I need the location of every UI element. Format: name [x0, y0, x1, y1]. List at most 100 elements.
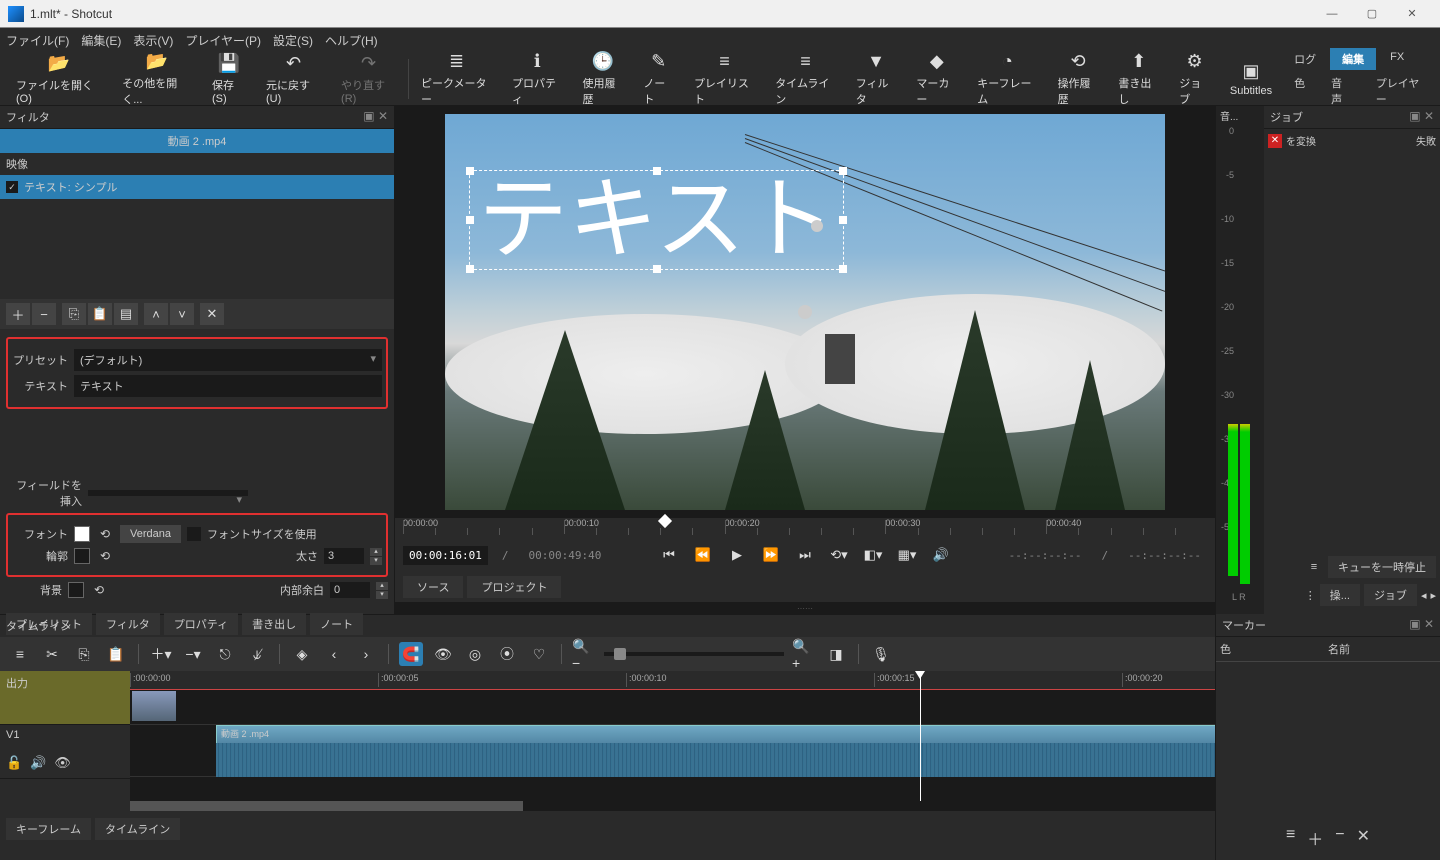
- toolbar-プレイリスト[interactable]: ≡プレイリスト: [684, 51, 765, 107]
- maximize-button[interactable]: ▢: [1352, 0, 1392, 28]
- menu-settings[interactable]: 設定(S): [273, 32, 313, 49]
- toolbar-タイムライン[interactable]: ≡タイムライン: [765, 51, 846, 107]
- menu-help[interactable]: ヘルプ(H): [325, 32, 378, 49]
- paste-filter-button[interactable]: 📋: [88, 303, 112, 325]
- tl-next-marker-button[interactable]: ›: [354, 642, 378, 666]
- toolbar-書き出し[interactable]: ⬆書き出し: [1108, 51, 1169, 107]
- text-overlay-box[interactable]: テキスト: [469, 170, 844, 270]
- queue-menu-icon[interactable]: ≡: [1304, 561, 1324, 573]
- toolbar-ジョブ[interactable]: ⚙ジョブ: [1169, 51, 1220, 107]
- mode-player[interactable]: プレイヤー: [1364, 72, 1434, 110]
- font-color-swatch[interactable]: [74, 526, 90, 542]
- marker-menu-button[interactable]: ≡: [1286, 826, 1295, 850]
- mode-audio[interactable]: 音声: [1319, 72, 1362, 110]
- toolbar-ピークメーター[interactable]: ≣ピークメーター: [411, 51, 502, 107]
- tl-zoom-in-button[interactable]: 🔍+: [792, 642, 816, 666]
- tl-snap-button[interactable]: 🧲: [399, 642, 423, 666]
- toolbar-キーフレーム[interactable]: ◔キーフレーム: [967, 51, 1047, 107]
- volume-button[interactable]: 🔊: [928, 542, 954, 568]
- rewind-button[interactable]: ⏪: [690, 542, 716, 568]
- play-button[interactable]: ▶: [724, 542, 750, 568]
- padding-input[interactable]: 0: [330, 582, 370, 598]
- more-button[interactable]: 操...: [1320, 584, 1360, 606]
- mode-fx[interactable]: FX: [1378, 48, 1416, 70]
- mute-icon[interactable]: 🔊: [30, 755, 46, 771]
- menu-file[interactable]: ファイル(F): [6, 32, 69, 49]
- minimize-button[interactable]: —: [1312, 0, 1352, 28]
- outline-color-reset[interactable]: ⟲: [96, 547, 114, 565]
- timecode-current[interactable]: 00:00:16:01: [403, 546, 488, 565]
- menu-edit[interactable]: 編集(E): [81, 32, 121, 49]
- marker-add-button[interactable]: ＋: [1307, 826, 1323, 850]
- use-font-size-checkbox[interactable]: [187, 527, 201, 541]
- forward-button[interactable]: ⏩: [758, 542, 784, 568]
- toolbar-ファイルを開く(O)[interactable]: 📂ファイルを開く(O): [6, 53, 112, 105]
- font-button[interactable]: Verdana: [120, 525, 181, 543]
- tl-lift-button[interactable]: ⎋: [213, 642, 237, 666]
- toolbar-その他を開く...[interactable]: 📂その他を開く...: [112, 51, 202, 107]
- menu-view[interactable]: 表示(V): [133, 32, 173, 49]
- menu-player[interactable]: プレイヤー(P): [185, 32, 261, 49]
- skip-prev-button[interactable]: ⏮: [656, 542, 682, 568]
- mode-color[interactable]: 色: [1282, 72, 1317, 110]
- outline-color-swatch[interactable]: [74, 548, 90, 564]
- skip-next-button[interactable]: ⏭: [792, 542, 818, 568]
- tl-menu-button[interactable]: ≡: [8, 642, 32, 666]
- tab-properties[interactable]: プロパティ: [164, 613, 238, 635]
- insert-field-dropdown[interactable]: [88, 490, 248, 496]
- add-filter-button[interactable]: ＋: [6, 303, 30, 325]
- output-clip-thumb[interactable]: [132, 691, 176, 721]
- hide-icon[interactable]: 👁: [54, 755, 71, 771]
- text-input[interactable]: テキスト: [74, 375, 382, 397]
- player-scrubber[interactable]: 00:00:0000:00:1000:00:2000:00:3000:00:40: [395, 518, 1215, 538]
- tl-remove-button[interactable]: −▾: [181, 642, 205, 666]
- output-track-header[interactable]: 出力: [0, 671, 130, 725]
- tl-marker-button[interactable]: ◈: [290, 642, 314, 666]
- tl-prev-marker-button[interactable]: ‹: [322, 642, 346, 666]
- bg-color-swatch[interactable]: [68, 582, 84, 598]
- mode-log[interactable]: ログ: [1282, 48, 1328, 70]
- tl-ripple-button[interactable]: ◎: [463, 642, 487, 666]
- marker-col-color[interactable]: 色: [1220, 641, 1328, 657]
- marker-clear-button[interactable]: ✕: [1357, 826, 1370, 850]
- tl-paste-button[interactable]: 📋: [104, 642, 128, 666]
- tl-zoom-out-button[interactable]: 🔍−: [572, 642, 596, 666]
- toolbar-Subtitles[interactable]: ▣Subtitles: [1220, 61, 1282, 97]
- tab-export[interactable]: 書き出し: [242, 613, 306, 635]
- toolbar-保存(S)[interactable]: 💾保存(S): [202, 53, 256, 105]
- toolbar-元に戻す(U)[interactable]: ↶元に戻す(U): [256, 53, 331, 105]
- deselect-button[interactable]: ✕: [200, 303, 224, 325]
- tl-zoom-slider[interactable]: [604, 652, 784, 656]
- marker-col-name[interactable]: 名前: [1328, 641, 1436, 657]
- tl-scrub-button[interactable]: 👁: [431, 642, 455, 666]
- tl-split-button[interactable]: ⫝̸: [245, 642, 269, 666]
- thickness-spinner[interactable]: ▴▾: [370, 548, 382, 565]
- move-up-button[interactable]: ˄: [144, 303, 168, 325]
- toolbar-操作履歴[interactable]: ⟲操作履歴: [1048, 51, 1109, 107]
- remove-filter-button[interactable]: −: [32, 303, 56, 325]
- padding-spinner[interactable]: ▴▾: [376, 582, 388, 599]
- grid-button[interactable]: ▦▾: [894, 542, 920, 568]
- toolbar-プロパティ[interactable]: ℹプロパティ: [502, 51, 572, 107]
- preview-canvas[interactable]: テキスト: [445, 114, 1165, 510]
- jobs-tab[interactable]: ジョブ: [1364, 584, 1417, 606]
- toolbar-やり直す(R)[interactable]: ↷やり直す(R): [331, 53, 406, 105]
- save-set-button[interactable]: ▤: [114, 303, 138, 325]
- tab-source[interactable]: ソース: [403, 576, 463, 598]
- tl-cut-button[interactable]: ✂: [40, 642, 64, 666]
- jobs-close-icon[interactable]: ▣ ✕: [1409, 109, 1434, 125]
- markers-close-icon[interactable]: ▣ ✕: [1409, 617, 1434, 633]
- move-down-button[interactable]: ˅: [170, 303, 194, 325]
- thickness-input[interactable]: 3: [324, 548, 364, 564]
- tab-keyframes[interactable]: キーフレーム: [6, 818, 91, 840]
- tl-zoom-fit-button[interactable]: ◨: [824, 642, 848, 666]
- v1-track-header[interactable]: V1 🔓 🔊 👁: [0, 725, 130, 779]
- tab-filters[interactable]: フィルタ: [96, 613, 160, 635]
- toolbar-ノート[interactable]: ✎ノート: [633, 51, 684, 107]
- loop-button[interactable]: ⟲▾: [826, 542, 852, 568]
- tl-ripple-markers-button[interactable]: ♡: [527, 642, 551, 666]
- pause-queue-button[interactable]: キューを一時停止: [1328, 556, 1436, 578]
- tl-copy-button[interactable]: ⎘: [72, 642, 96, 666]
- toolbar-フィルタ[interactable]: ▼フィルタ: [846, 51, 907, 107]
- filter-text-simple[interactable]: ✓ テキスト: シンプル: [0, 175, 394, 199]
